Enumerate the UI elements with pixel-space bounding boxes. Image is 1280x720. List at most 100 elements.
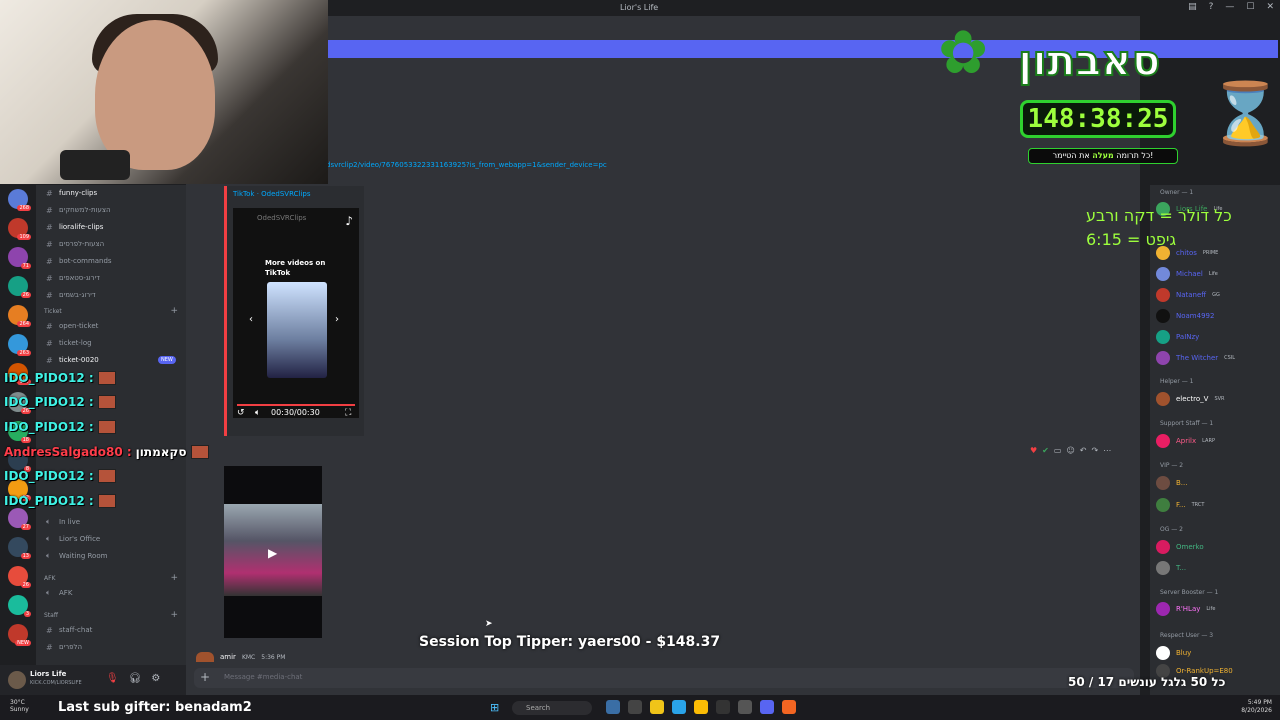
folder-icon[interactable] xyxy=(650,700,664,714)
channel-item[interactable]: # lioralife-clips xyxy=(46,219,103,235)
chevron-left-icon[interactable]: ‹ xyxy=(249,314,253,325)
channel-item[interactable]: # ticket-0020 xyxy=(46,352,99,368)
check-reaction-icon[interactable]: ✔ xyxy=(1042,446,1049,455)
speaker-icon: 🔈︎ xyxy=(46,551,51,560)
add-channel-icon[interactable]: + xyxy=(170,306,178,316)
video-progress-bar[interactable] xyxy=(237,404,355,406)
member-item[interactable]: Bluy xyxy=(1156,645,1197,661)
voice-channel[interactable]: 🔈︎ Lior's Office xyxy=(46,531,100,547)
obs-icon[interactable] xyxy=(716,700,730,714)
message-author[interactable]: amir xyxy=(220,653,236,661)
server-icon[interactable]: 109 xyxy=(8,218,31,240)
play-icon[interactable]: ▶ xyxy=(268,546,277,560)
member-item[interactable]: F... TRCT xyxy=(1156,497,1204,513)
member-item[interactable]: Omerko xyxy=(1156,539,1210,555)
hourglass-icon: ⌛ xyxy=(1208,79,1280,149)
channel-item[interactable]: # bot-commands xyxy=(46,253,112,269)
app-icon[interactable] xyxy=(782,700,796,714)
terminal-icon[interactable] xyxy=(628,700,642,714)
volume-icon[interactable]: 🔈︎ xyxy=(255,408,260,418)
reply-icon[interactable]: ↶ xyxy=(1080,446,1087,455)
taskbar-clock[interactable]: 5:49 PM 8/20/2026 xyxy=(1241,699,1272,715)
channel-item[interactable]: # הצעות-לפרסים xyxy=(46,236,104,252)
category-ticket[interactable]: Ticket xyxy=(44,308,62,315)
chevron-right-icon[interactable]: › xyxy=(335,314,339,325)
tiktok-link[interactable]: dsvrclip2/video/7676053322331163925?is_f… xyxy=(326,161,607,169)
edge-icon[interactable] xyxy=(672,700,686,714)
channel-item[interactable]: # ticket-log xyxy=(46,335,92,351)
voice-channel[interactable]: 🔈︎ Waiting Room xyxy=(46,548,107,564)
more-icon[interactable]: ⋯ xyxy=(1103,446,1111,455)
server-icon[interactable]: 3 xyxy=(8,595,31,617)
member-name: Omerko xyxy=(1176,543,1204,551)
app-icon[interactable] xyxy=(738,700,752,714)
replay-icon[interactable]: ↺ xyxy=(237,408,245,418)
voice-channel[interactable]: 🔈︎ In live xyxy=(46,514,80,530)
chat-username: IDO_PIDO12 : xyxy=(4,371,94,385)
discord-icon[interactable] xyxy=(760,700,774,714)
server-icon[interactable]: 268 xyxy=(8,189,31,211)
channel-item[interactable]: # staff-chat xyxy=(46,622,92,638)
member-item[interactable]: T... xyxy=(1156,560,1192,576)
add-channel-icon[interactable]: + xyxy=(170,573,178,583)
app-icon[interactable]: ▭ xyxy=(1054,446,1062,455)
member-item[interactable]: R'HLay Life xyxy=(1156,601,1215,617)
server-icon[interactable]: 263 xyxy=(8,334,31,356)
member-name: Nataneff xyxy=(1176,291,1207,299)
chrome-icon[interactable] xyxy=(694,700,708,714)
mute-icon[interactable]: 🎙︎ xyxy=(106,673,119,684)
file-explorer-icon[interactable] xyxy=(606,700,620,714)
channel-item[interactable]: # דירוג-בשמים xyxy=(46,287,96,303)
member-item[interactable]: Michael Life xyxy=(1156,266,1218,282)
server-icon[interactable]: 26 xyxy=(8,276,31,298)
avatar[interactable] xyxy=(196,652,214,662)
channel-item[interactable]: # הצעות-למשחקים xyxy=(46,202,111,218)
fullscreen-icon[interactable]: ⛶ xyxy=(345,408,351,418)
member-tag: LARP xyxy=(1202,438,1215,444)
member-item[interactable]: Noam4992 xyxy=(1156,308,1220,324)
channel-item[interactable]: # open-ticket xyxy=(46,318,98,334)
category-afk[interactable]: AFK xyxy=(44,575,56,582)
member-item[interactable]: electro_V SVR xyxy=(1156,391,1225,407)
headphones-icon[interactable]: 🎧︎ xyxy=(129,673,142,684)
gear-icon[interactable]: ⚙ xyxy=(151,673,160,684)
video-thumbnail[interactable] xyxy=(267,282,327,378)
windows-start-icon[interactable]: ⊞ xyxy=(490,701,499,714)
message: amir KMC 5:36 PM xyxy=(196,652,285,662)
server-icon[interactable]: 27 xyxy=(8,508,31,530)
server-icon[interactable]: 264 xyxy=(8,305,31,327)
message-composer[interactable]: + Message #media-chat xyxy=(194,668,1134,688)
member-item[interactable]: B... xyxy=(1156,475,1193,491)
member-name: B... xyxy=(1176,479,1188,487)
video-embed[interactable]: ▶ xyxy=(224,466,322,638)
member-item[interactable]: The Witcher CSIL xyxy=(1156,350,1235,366)
member-item[interactable]: PaINzy xyxy=(1156,329,1205,345)
server-icon[interactable]: NEW xyxy=(8,624,31,646)
server-icon[interactable]: 13 xyxy=(8,537,31,559)
server-icon[interactable]: 26 xyxy=(8,566,31,588)
channel-item[interactable]: # funny-clips xyxy=(46,185,97,201)
heart-reaction-icon[interactable]: ♥ xyxy=(1030,446,1037,455)
forward-icon[interactable]: ↷ xyxy=(1091,446,1098,455)
chat-username: IDO_PIDO12 : xyxy=(4,469,94,483)
channel-item[interactable]: # הלפרים xyxy=(46,639,82,655)
user-name[interactable]: Liors Life xyxy=(30,670,66,678)
taskbar-search[interactable]: Search xyxy=(512,701,592,715)
chat-username: AndresSalgado80 : xyxy=(4,445,132,459)
channel-item[interactable]: # דירוג-סטאפים xyxy=(46,270,100,286)
member-item[interactable]: Aprilx LARP xyxy=(1156,433,1215,449)
server-icon[interactable]: 71 xyxy=(8,247,31,269)
category-staff[interactable]: Staff xyxy=(44,612,58,619)
member-group-header: Respect User — 3 xyxy=(1160,632,1214,639)
avatar xyxy=(1156,540,1170,554)
weather-widget[interactable]: 30°C Sunny xyxy=(10,699,29,713)
member-item[interactable]: Nataneff GG xyxy=(1156,287,1220,303)
voice-channel[interactable]: 🔈︎ AFK xyxy=(46,585,72,601)
tiktok-player[interactable]: OdedSVRClips ♪ More videos on TikTok ‹ ›… xyxy=(233,208,359,418)
add-attachment-icon[interactable]: + xyxy=(200,670,210,684)
avatar[interactable] xyxy=(8,671,26,689)
embed-provider[interactable]: TikTok · OdedSVRClips xyxy=(233,190,310,198)
add-reaction-icon[interactable]: ☺ xyxy=(1066,446,1074,455)
add-channel-icon[interactable]: + xyxy=(170,610,178,620)
chat-overlay-line: IDO_PIDO12 : xyxy=(4,395,116,409)
